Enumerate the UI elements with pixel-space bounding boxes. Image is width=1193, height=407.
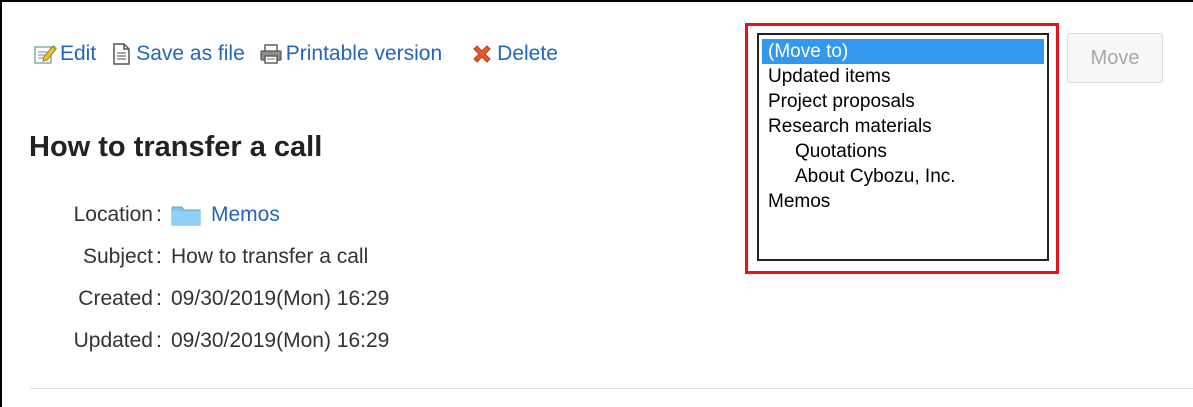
folder-option[interactable]: Quotations (762, 139, 1044, 164)
edit-icon (33, 42, 57, 66)
detail-row-subject: Subject: How to transfer a call (0, 242, 368, 272)
delete-icon (470, 42, 494, 66)
folder-option[interactable]: Research materials (762, 114, 1044, 139)
detail-label: Location (73, 203, 153, 226)
document-icon (109, 42, 133, 66)
printer-icon (259, 42, 283, 66)
save-as-file-label: Save as file (136, 42, 245, 65)
created-value: 09/30/2019(Mon) 16:29 (171, 287, 390, 310)
page-title: How to transfer a call (29, 131, 323, 163)
save-as-file-button[interactable]: Save as file (109, 42, 245, 66)
move-to-folder-listbox[interactable]: (Move to) Updated items Project proposal… (757, 33, 1049, 261)
folder-icon (171, 206, 201, 226)
printable-version-label: Printable version (285, 42, 443, 65)
edit-label: Edit (60, 42, 97, 65)
subject-value: How to transfer a call (171, 245, 369, 268)
memo-toolbar: Edit Save as file Printable version Dele… (33, 42, 580, 66)
delete-label: Delete (497, 42, 558, 65)
move-button[interactable]: Move (1067, 33, 1163, 83)
detail-row-location: Location: Memos (0, 200, 280, 230)
folder-option[interactable]: Updated items (762, 64, 1044, 89)
folder-option[interactable]: Project proposals (762, 89, 1044, 114)
detail-label: Subject (82, 245, 153, 268)
delete-button[interactable]: Delete (470, 42, 558, 66)
detail-row-created: Created: 09/30/2019(Mon) 16:29 (0, 284, 389, 314)
folder-option[interactable]: (Move to) (762, 39, 1044, 64)
detail-label: Created (78, 287, 153, 310)
location-link[interactable]: Memos (171, 203, 280, 227)
detail-label: Updated (73, 329, 153, 352)
divider (30, 388, 1193, 389)
detail-row-updated: Updated: 09/30/2019(Mon) 16:29 (0, 326, 390, 356)
updated-value: 09/30/2019(Mon) 16:29 (171, 329, 390, 352)
edit-button[interactable]: Edit (33, 42, 96, 66)
folder-option[interactable]: About Cybozu, Inc. (762, 164, 1044, 189)
printable-version-button[interactable]: Printable version (259, 42, 442, 66)
location-value: Memos (211, 203, 280, 226)
folder-option[interactable]: Memos (762, 189, 1044, 214)
